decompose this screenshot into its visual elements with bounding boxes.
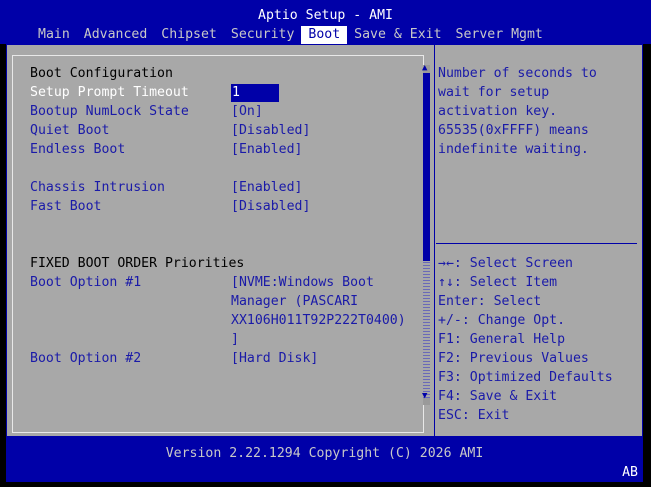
boot-option-1-value-line[interactable]: Manager (PASCARI	[231, 292, 358, 311]
setup-prompt-timeout-label[interactable]: Setup Prompt Timeout	[30, 83, 189, 102]
fast-boot-label[interactable]: Fast Boot	[30, 197, 101, 216]
boot-option-1-value-line[interactable]: XX106H011T92P222T0400)	[231, 311, 406, 330]
footer-badge: AB	[622, 465, 638, 480]
key-hint: F2: Previous Values	[438, 351, 589, 366]
help-text-line: Number of seconds to	[438, 66, 597, 81]
app-title: Aptio Setup - AMI	[258, 8, 393, 23]
setup-prompt-timeout-input[interactable]: 1	[231, 84, 279, 102]
version-text: Version 2.22.1294 Copyright (C) 2026 AMI	[165, 446, 484, 461]
tab-bar: Main Advanced Chipset Security Boot Save…	[31, 26, 550, 44]
boot-option-1-value-line[interactable]: [NVME:Windows Boot	[231, 273, 374, 292]
scroll-up-arrow-icon[interactable]: ▲	[422, 63, 427, 73]
settings-pane: Boot Configuration Setup Prompt Timeout …	[7, 45, 435, 436]
boot-option-2-label[interactable]: Boot Option #2	[30, 349, 141, 368]
section-boot-configuration: Boot Configuration	[30, 66, 173, 81]
scroll-down-arrow-icon[interactable]: ▼	[422, 391, 427, 401]
help-text-line: activation key.	[438, 104, 558, 119]
quiet-boot-label[interactable]: Quiet Boot	[30, 121, 109, 140]
tab-save-exit[interactable]: Save & Exit	[347, 26, 448, 44]
header-bar: Aptio Setup - AMI Main Advanced Chipset …	[0, 0, 651, 44]
help-divider	[436, 243, 637, 244]
help-pane: Number of seconds to wait for setup acti…	[435, 45, 642, 436]
quiet-boot-value[interactable]: [Disabled]	[231, 121, 310, 140]
key-hint: F3: Optimized Defaults	[438, 370, 613, 385]
boot-option-1-value-line[interactable]: ]	[231, 330, 239, 349]
footer-bar: Version 2.22.1294 Copyright (C) 2026 AMI…	[6, 436, 643, 482]
key-hint: F4: Save & Exit	[438, 389, 558, 404]
tab-advanced[interactable]: Advanced	[77, 26, 155, 44]
key-hint: +/-: Change Opt.	[438, 313, 566, 328]
help-text-line: wait for setup	[438, 85, 550, 100]
fast-boot-value[interactable]: [Disabled]	[231, 197, 310, 216]
tab-security[interactable]: Security	[224, 26, 302, 44]
endless-boot-label[interactable]: Endless Boot	[30, 140, 125, 159]
endless-boot-value[interactable]: [Enabled]	[231, 140, 302, 159]
tab-main[interactable]: Main	[31, 26, 77, 44]
tab-boot[interactable]: Boot	[301, 26, 348, 44]
scrollbar-thumb[interactable]	[423, 73, 430, 261]
section-fixed-boot-order: FIXED BOOT ORDER Priorities	[30, 256, 245, 271]
bootup-numlock-label[interactable]: Bootup NumLock State	[30, 102, 189, 121]
tab-server-mgmt[interactable]: Server Mgmt	[449, 26, 550, 44]
key-hint: ↑↓: Select Item	[438, 275, 558, 290]
boot-option-1-label[interactable]: Boot Option #1	[30, 273, 141, 292]
scrollbar-track[interactable]	[423, 261, 430, 398]
key-hint: Enter: Select	[438, 294, 542, 309]
key-hint: ESC: Exit	[438, 408, 510, 423]
chassis-intrusion-label[interactable]: Chassis Intrusion	[30, 178, 165, 197]
chassis-intrusion-value[interactable]: [Enabled]	[231, 178, 302, 197]
tab-chipset[interactable]: Chipset	[154, 26, 224, 44]
help-text-line: 65535(0xFFFF) means	[438, 123, 589, 138]
key-hint: →←: Select Screen	[438, 256, 573, 271]
help-text-line: indefinite waiting.	[438, 142, 589, 157]
boot-option-2-value[interactable]: [Hard Disk]	[231, 349, 318, 368]
key-hint: F1: General Help	[438, 332, 566, 347]
main-panel: Boot Configuration Setup Prompt Timeout …	[6, 44, 643, 437]
bootup-numlock-value[interactable]: [On]	[231, 102, 263, 121]
bios-screen: Aptio Setup - AMI Main Advanced Chipset …	[0, 0, 651, 487]
